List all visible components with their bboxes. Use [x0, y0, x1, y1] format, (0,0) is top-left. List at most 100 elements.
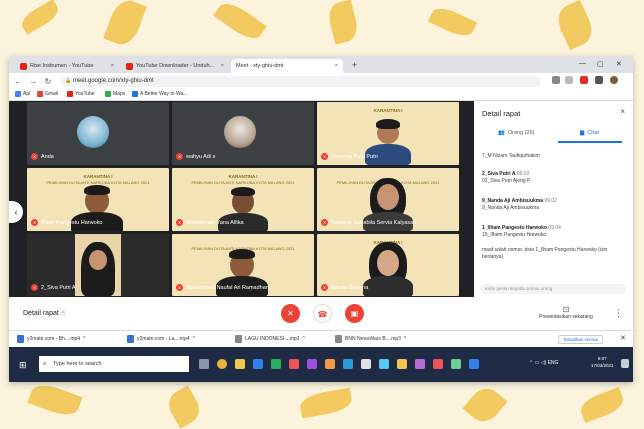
- chevron-up-icon[interactable]: ^: [83, 336, 85, 342]
- taskbar-search[interactable]: ⌕ Type here to search: [39, 356, 189, 372]
- close-icon[interactable]: ×: [335, 63, 338, 69]
- participant-tile[interactable]: KARANTINA I PEMILIHAN DUTA ANTI NARKOBA …: [172, 168, 314, 231]
- meeting-details-button[interactable]: Detail rapat ☝: [23, 309, 65, 317]
- camera-off-button[interactable]: ▣: [345, 304, 364, 323]
- participant-tile[interactable]: PEMILIHAN DUTA ANTI NARKOBA KOTA MALANG …: [317, 168, 459, 231]
- download-item[interactable]: y2mate.com - La....mp4 ^: [127, 335, 195, 343]
- chrome-icon[interactable]: [217, 359, 227, 369]
- close-window-button[interactable]: ✕: [616, 60, 622, 68]
- download-item[interactable]: LAGU INDONESI....mp3 ^: [235, 335, 305, 343]
- app-icon[interactable]: [271, 359, 281, 369]
- address-bar[interactable]: 🔒 meet.google.com/xty-ghiu-dmt: [61, 76, 541, 87]
- background-leaf: [462, 382, 508, 428]
- url-text: meet.google.com/xty-ghiu-dmt: [73, 78, 154, 84]
- present-now-button[interactable]: ⊡ Presentasikan sekarang: [532, 305, 600, 320]
- participant-name: Muhammad Yana Alfika: [186, 220, 244, 226]
- participant-tile[interactable]: PEMILIHAN DUTA ANTI NARKOBA KOTA MALANG …: [172, 234, 314, 296]
- chevron-up-icon[interactable]: ^: [302, 336, 304, 342]
- app-icon[interactable]: [469, 359, 479, 369]
- app-icon[interactable]: [325, 359, 335, 369]
- hand-cursor-icon: ☝: [60, 310, 66, 317]
- app-icon[interactable]: [415, 359, 425, 369]
- participant-tile[interactable]: KARANTINA I ✕ Vivienna Putri Putri: [317, 102, 459, 165]
- more-options-icon[interactable]: ⋮: [614, 308, 623, 319]
- participant-tile[interactable]: KARANTINA I PEMILIHAN DUTA ANTI NARKOBA …: [27, 168, 169, 231]
- mic-off-icon: ✕: [176, 219, 183, 226]
- download-item[interactable]: y2mate.com - Bh....mp4 ^: [17, 335, 85, 343]
- store-icon[interactable]: [253, 359, 263, 369]
- close-icon[interactable]: ×: [620, 107, 625, 116]
- profile-avatar[interactable]: [610, 76, 618, 84]
- reload-icon[interactable]: ↻: [42, 77, 54, 86]
- new-tab-button[interactable]: +: [352, 60, 357, 70]
- bookmark-youtube[interactable]: YouTube: [67, 91, 95, 97]
- extension-icon[interactable]: [595, 76, 603, 84]
- tab-youtube-downloader[interactable]: YouTube Downloader - Unduh... ×: [121, 59, 229, 73]
- mic-off-icon: ✕: [321, 153, 328, 160]
- taskbar-clock[interactable]: 9:07 17/03/2021: [591, 355, 614, 369]
- tab-people[interactable]: 👥 Orang (26): [498, 130, 534, 136]
- background-leaf: [298, 387, 354, 419]
- app-icon[interactable]: [433, 359, 443, 369]
- tab-chat[interactable]: ▆ Chat: [580, 130, 599, 136]
- participant-name: Anda: [41, 154, 54, 160]
- maximize-button[interactable]: ▢: [597, 60, 604, 68]
- mic-off-button[interactable]: ✕: [281, 304, 300, 323]
- app-icon[interactable]: [397, 359, 407, 369]
- forward-icon[interactable]: →: [27, 77, 39, 86]
- search-icon: ⌕: [43, 361, 47, 367]
- tab-label: YouTube Downloader - Unduh...: [136, 63, 215, 69]
- extension-icon[interactable]: [580, 76, 588, 84]
- show-all-downloads-button[interactable]: Tampilkan semua: [558, 335, 604, 344]
- app-icon[interactable]: [361, 359, 371, 369]
- chat-input[interactable]: Kirim pesan kepada semua orang: [480, 284, 626, 294]
- file-icon: [17, 335, 24, 343]
- bookmark-maps[interactable]: Maps: [105, 91, 125, 97]
- file-explorer-icon[interactable]: [235, 359, 245, 369]
- participant-tile[interactable]: ✕ wahyu Adi s: [172, 102, 314, 165]
- task-view-icon[interactable]: [199, 359, 209, 369]
- chat-sender: 2_Siva Putri A: [482, 171, 516, 177]
- app-icon[interactable]: [379, 359, 389, 369]
- participant-name: Muhammad Naufal Ari Ramadhan: [186, 285, 269, 291]
- navigation-bar: ← → ↻ 🔒 meet.google.com/xty-ghiu-dmt: [9, 73, 633, 90]
- background-leaf: [103, 0, 147, 49]
- tray-icons: ⌃ ▭ ◁): [529, 360, 548, 366]
- end-call-button[interactable]: ☎: [313, 304, 332, 323]
- extension-icon[interactable]: [552, 76, 560, 84]
- participant-tile[interactable]: KARANTINA I ✕ Nanda Syavina: [317, 234, 459, 296]
- tab-meet[interactable]: Meet - xty-ghiu-dmt ×: [231, 59, 343, 111]
- app-icon[interactable]: [343, 359, 353, 369]
- participant-tile[interactable]: ✕ 2_Siva Putri A: [27, 234, 169, 296]
- chevron-up-icon[interactable]: ^: [404, 336, 406, 342]
- bookmark-apps[interactable]: Apl: [15, 91, 30, 97]
- minimize-button[interactable]: —: [579, 60, 586, 67]
- tab-youtube[interactable]: Rise Instrumen - YouTube ×: [15, 59, 119, 73]
- app-icon[interactable]: [451, 359, 461, 369]
- background-leaf: [27, 380, 83, 420]
- bookmark-star-icon[interactable]: [565, 76, 573, 84]
- chat-message: 2_Siva Putri A 09.02 02_Siva Putri Ajeng…: [482, 171, 531, 184]
- bookmark-better-way[interactable]: A Better Way to Wa...: [132, 91, 187, 97]
- participant-tile[interactable]: ✕ Anda: [27, 102, 169, 165]
- notification-icon[interactable]: [621, 359, 629, 368]
- chevron-up-icon[interactable]: ^: [193, 336, 195, 342]
- bookmark-gmail[interactable]: Gmail: [37, 91, 58, 97]
- app-icon[interactable]: [307, 359, 317, 369]
- download-item[interactable]: BNN NewsWars B....mp3 ^: [335, 335, 406, 343]
- system-tray[interactable]: ⌃ ▭ ◁) ENG: [529, 360, 558, 366]
- chat-time: 09.02: [544, 198, 557, 204]
- background-leaf: [552, 0, 598, 51]
- background-leaf: [18, 0, 62, 35]
- tab-label: Rise Instrumen - YouTube: [30, 63, 94, 69]
- chat-message: 7_M Nizam Taufiqurhakim: [482, 153, 540, 159]
- back-icon[interactable]: ←: [12, 77, 24, 86]
- close-icon[interactable]: ✕: [620, 334, 626, 342]
- close-icon[interactable]: ×: [221, 63, 224, 69]
- app-icon[interactable]: [289, 359, 299, 369]
- close-icon[interactable]: ×: [111, 63, 114, 69]
- windows-start-icon[interactable]: ⊞: [19, 360, 27, 371]
- chat-time: 09.04: [548, 225, 561, 231]
- page-icon: [132, 91, 138, 97]
- previous-page-button[interactable]: ‹: [9, 201, 23, 223]
